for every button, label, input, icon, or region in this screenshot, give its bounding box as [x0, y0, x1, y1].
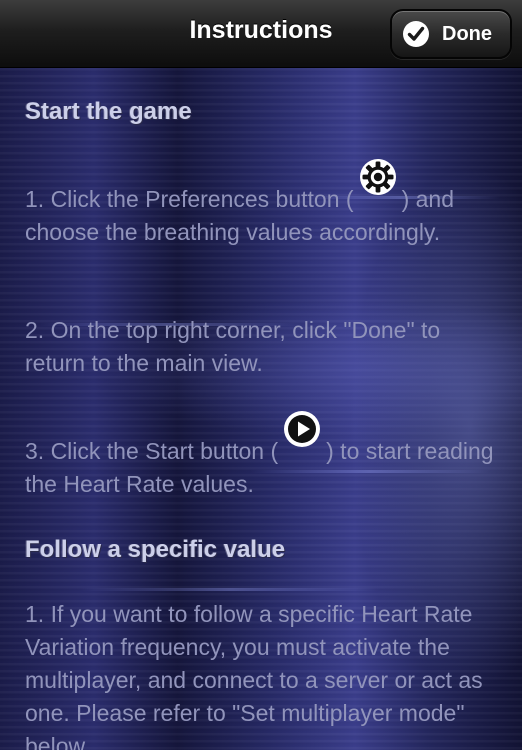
background-streak [80, 588, 380, 591]
checkmark-icon [403, 21, 429, 47]
done-button-label: Done [442, 23, 492, 45]
start-step-3: 3. Click the Start button ( ) to start r… [25, 411, 495, 501]
done-button[interactable]: Done [390, 9, 512, 59]
instructions-content[interactable]: Start the game 1. Click the Preferences … [0, 68, 522, 750]
start-step-3-text-before: 3. Click the Start button ( [25, 438, 279, 464]
follow-step-1: 1. If you want to follow a specific Hear… [25, 601, 483, 750]
start-step-1: 1. Click the Preferences button ( ) and … [25, 159, 495, 249]
section-heading-start: Start the game [25, 98, 192, 125]
start-button[interactable] [278, 411, 326, 468]
section-heading-follow: Follow a specific value [25, 536, 286, 563]
play-icon [284, 411, 321, 447]
instructions-screen: Instructions Done Start the game 1. Clic… [0, 0, 522, 750]
navigation-bar: Instructions Done [0, 0, 522, 68]
preferences-button[interactable] [354, 159, 402, 216]
gear-icon [359, 159, 396, 195]
start-step-2: 2. On the top right corner, click "Done"… [25, 317, 441, 376]
start-step-1-text-before: 1. Click the Preferences button ( [25, 186, 354, 212]
